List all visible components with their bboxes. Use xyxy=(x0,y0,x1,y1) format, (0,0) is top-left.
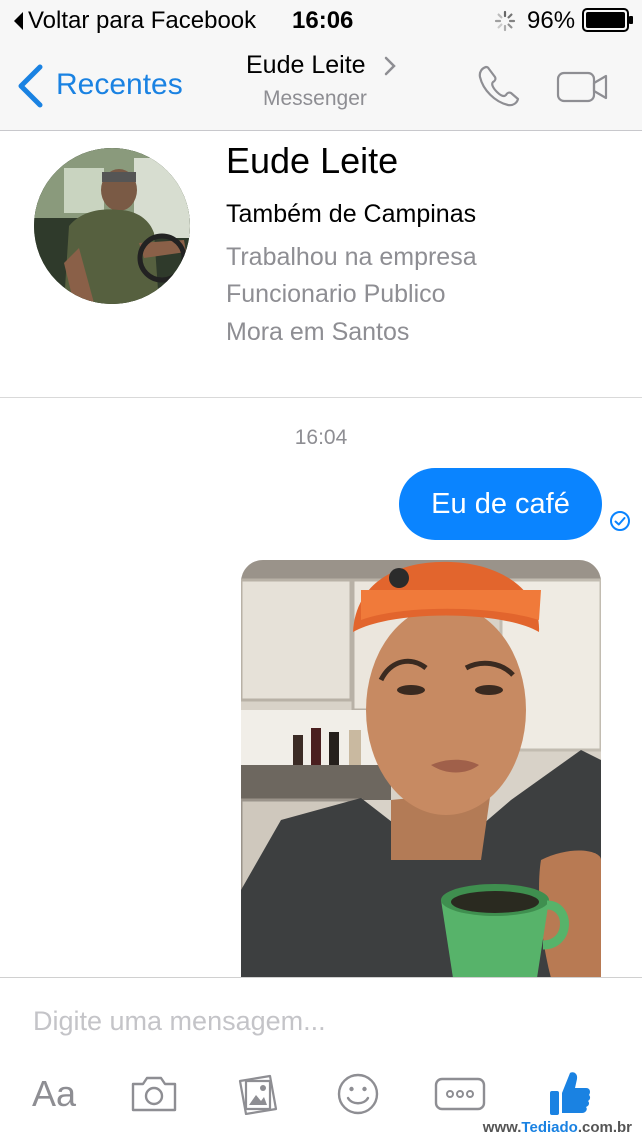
gallery-button[interactable] xyxy=(232,1073,282,1115)
video-camera-icon[interactable] xyxy=(556,70,610,104)
conversation-title[interactable]: Eude Leite xyxy=(246,51,366,80)
status-time: 16:06 xyxy=(292,7,354,34)
camera-icon xyxy=(131,1076,177,1112)
text-tool-label: Aa xyxy=(31,1073,77,1114)
conversation-subtitle: Messenger xyxy=(263,87,367,110)
phone-icon[interactable] xyxy=(476,63,522,109)
message-text: Eu de café xyxy=(431,487,570,520)
battery-percent: 96% xyxy=(527,7,576,34)
back-triangle-icon xyxy=(14,12,23,30)
watermark-suffix: .com.br xyxy=(577,1119,632,1136)
more-button[interactable] xyxy=(433,1073,487,1115)
site-watermark: www.Tediado.com.br xyxy=(483,1119,632,1136)
contact-detail-job: Funcionario Publico xyxy=(226,280,446,308)
message-composer: Digite uma mensagem... Aa xyxy=(0,977,642,1141)
watermark-prefix: www. xyxy=(482,1119,522,1136)
contact-detail-work: Trabalhou na empresa xyxy=(226,243,477,271)
delivered-check-icon xyxy=(610,511,630,531)
watermark-brand: Tediado xyxy=(521,1119,578,1136)
message-bubble[interactable]: Eu de café xyxy=(399,468,602,540)
more-icon xyxy=(434,1077,486,1111)
like-button[interactable] xyxy=(547,1068,593,1118)
activity-spinner-icon xyxy=(494,10,516,32)
text-tool-button[interactable]: Aa xyxy=(27,1073,81,1115)
contact-name: Eude Leite xyxy=(226,140,399,181)
emoji-icon xyxy=(337,1073,379,1115)
like-icon xyxy=(550,1072,591,1115)
emoji-button[interactable] xyxy=(334,1073,382,1115)
section-divider xyxy=(0,397,642,398)
contact-detail-city: Mora em Santos xyxy=(226,318,410,346)
camera-button[interactable] xyxy=(128,1073,180,1115)
contact-location: Também de Campinas xyxy=(226,200,477,228)
back-to-app-label: Voltar para Facebook xyxy=(28,7,257,34)
message-timestamp: 16:04 xyxy=(294,426,348,449)
photo-message[interactable] xyxy=(241,560,601,978)
navigation-bar: Recentes Eude Leite Messenger xyxy=(0,40,642,131)
contact-avatar[interactable] xyxy=(34,148,190,304)
status-bar: Voltar para Facebook 16:06 96% xyxy=(0,0,642,40)
message-input[interactable]: Digite uma mensagem... xyxy=(33,1006,326,1037)
back-button[interactable]: Recentes xyxy=(56,68,183,102)
chevron-right-icon[interactable] xyxy=(384,56,396,76)
back-to-app-link[interactable]: Voltar para Facebook xyxy=(12,7,256,35)
gallery-icon xyxy=(238,1074,278,1115)
battery-icon xyxy=(582,8,633,32)
chevron-left-icon[interactable] xyxy=(16,64,44,108)
